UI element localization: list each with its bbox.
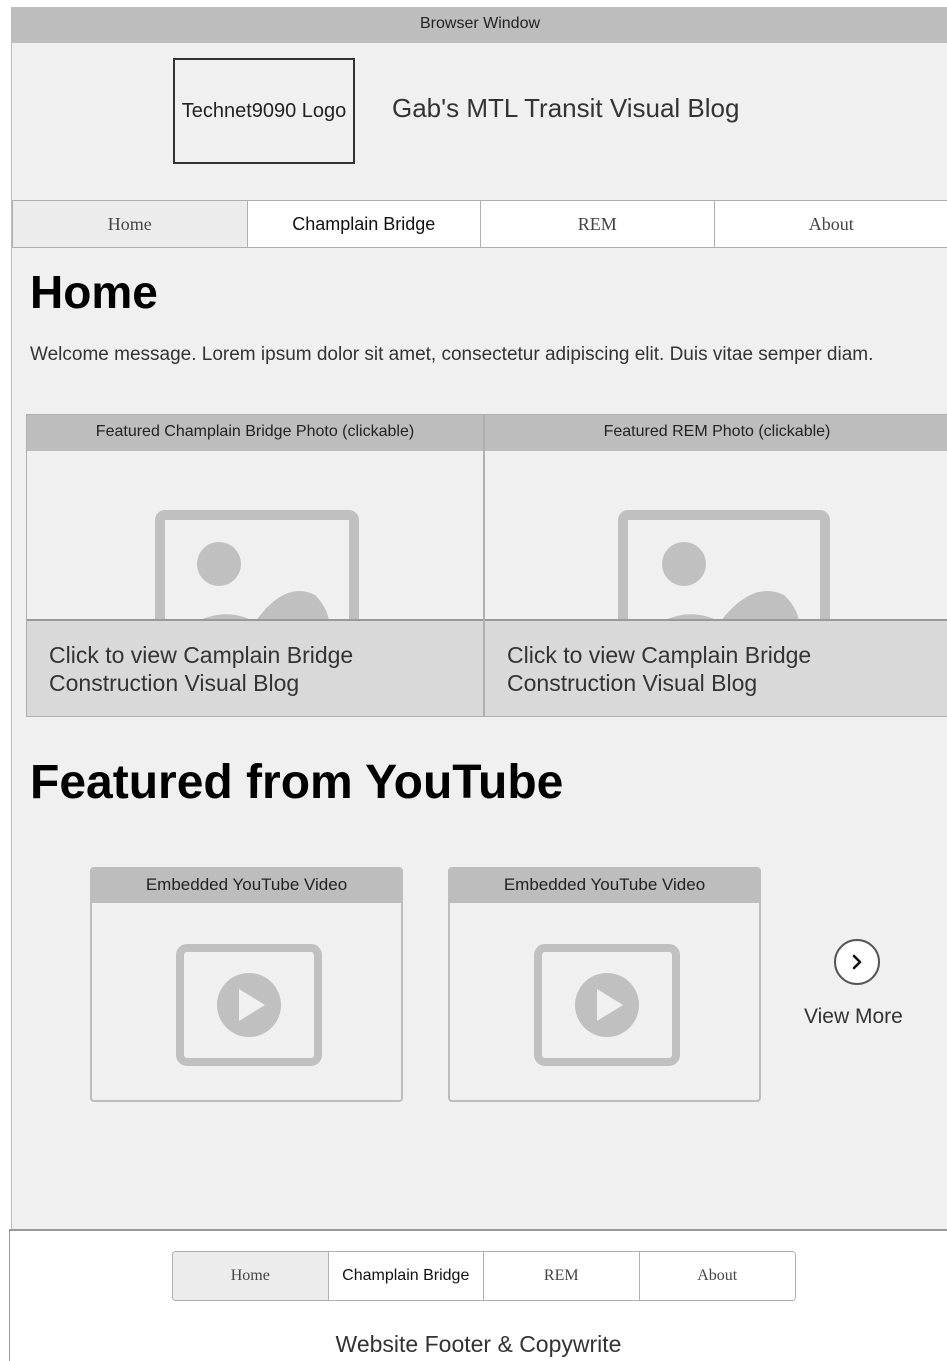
footer-copyright-text: Website Footer & Copywrite [335,1331,622,1357]
footer-nav-item-rem[interactable]: REM [484,1252,640,1300]
main-navigation: Home Champlain Bridge REM About [12,200,947,248]
footer-navigation: Home Champlain Bridge REM About [172,1251,796,1301]
nav-item-champlain-bridge[interactable]: Champlain Bridge [247,201,481,247]
chevron-right-icon [852,954,862,970]
nav-item-rem[interactable]: REM [481,201,715,247]
site-logo[interactable]: Technet9090 Logo [173,58,355,164]
embedded-video-card[interactable]: Embedded YouTube Video [448,867,761,1102]
footer-nav-item-home[interactable]: Home [173,1252,329,1300]
nav-item-about[interactable]: About [714,201,947,247]
photo-card-caption[interactable]: Click to view Camplain Bridge Constructi… [27,619,483,716]
embedded-video-card[interactable]: Embedded YouTube Video [90,867,403,1102]
footer-nav-item-champlain-bridge[interactable]: Champlain Bridge [328,1252,484,1300]
nav-item-home[interactable]: Home [13,201,248,247]
photo-card-title: Featured REM Photo (clickable) [485,415,947,451]
view-more-label[interactable]: View More [804,1005,903,1029]
play-video-icon[interactable] [533,943,681,1067]
photo-card-caption[interactable]: Click to view Camplain Bridge Constructi… [485,619,947,716]
window-title-bar: Browser Window [12,7,947,43]
video-card-title: Embedded YouTube Video [450,869,759,903]
play-video-icon[interactable] [175,943,323,1067]
view-more-button[interactable] [834,939,880,985]
footer-nav-item-about[interactable]: About [639,1252,795,1300]
site-title: Gab's MTL Transit Visual Blog [392,93,740,123]
featured-champlain-photo-card[interactable]: Featured Champlain Bridge Photo (clickab… [26,414,484,717]
welcome-message: Welcome message. Lorem ipsum dolor sit a… [30,344,874,365]
youtube-section-title: Featured from YouTube [30,756,564,809]
logo-text: Technet9090 Logo [181,99,347,122]
featured-rem-photo-card[interactable]: Featured REM Photo (clickable) Click to … [484,414,947,717]
photo-card-title: Featured Champlain Bridge Photo (clickab… [27,415,483,451]
page-title: Home [30,266,158,318]
browser-window: Browser Window Technet9090 Logo Gab's MT… [11,7,947,1229]
website-footer: Home Champlain Bridge REM About Website … [9,1229,947,1361]
image-placeholder-icon [618,510,830,630]
video-card-title: Embedded YouTube Video [92,869,401,903]
image-placeholder-icon [155,510,359,630]
